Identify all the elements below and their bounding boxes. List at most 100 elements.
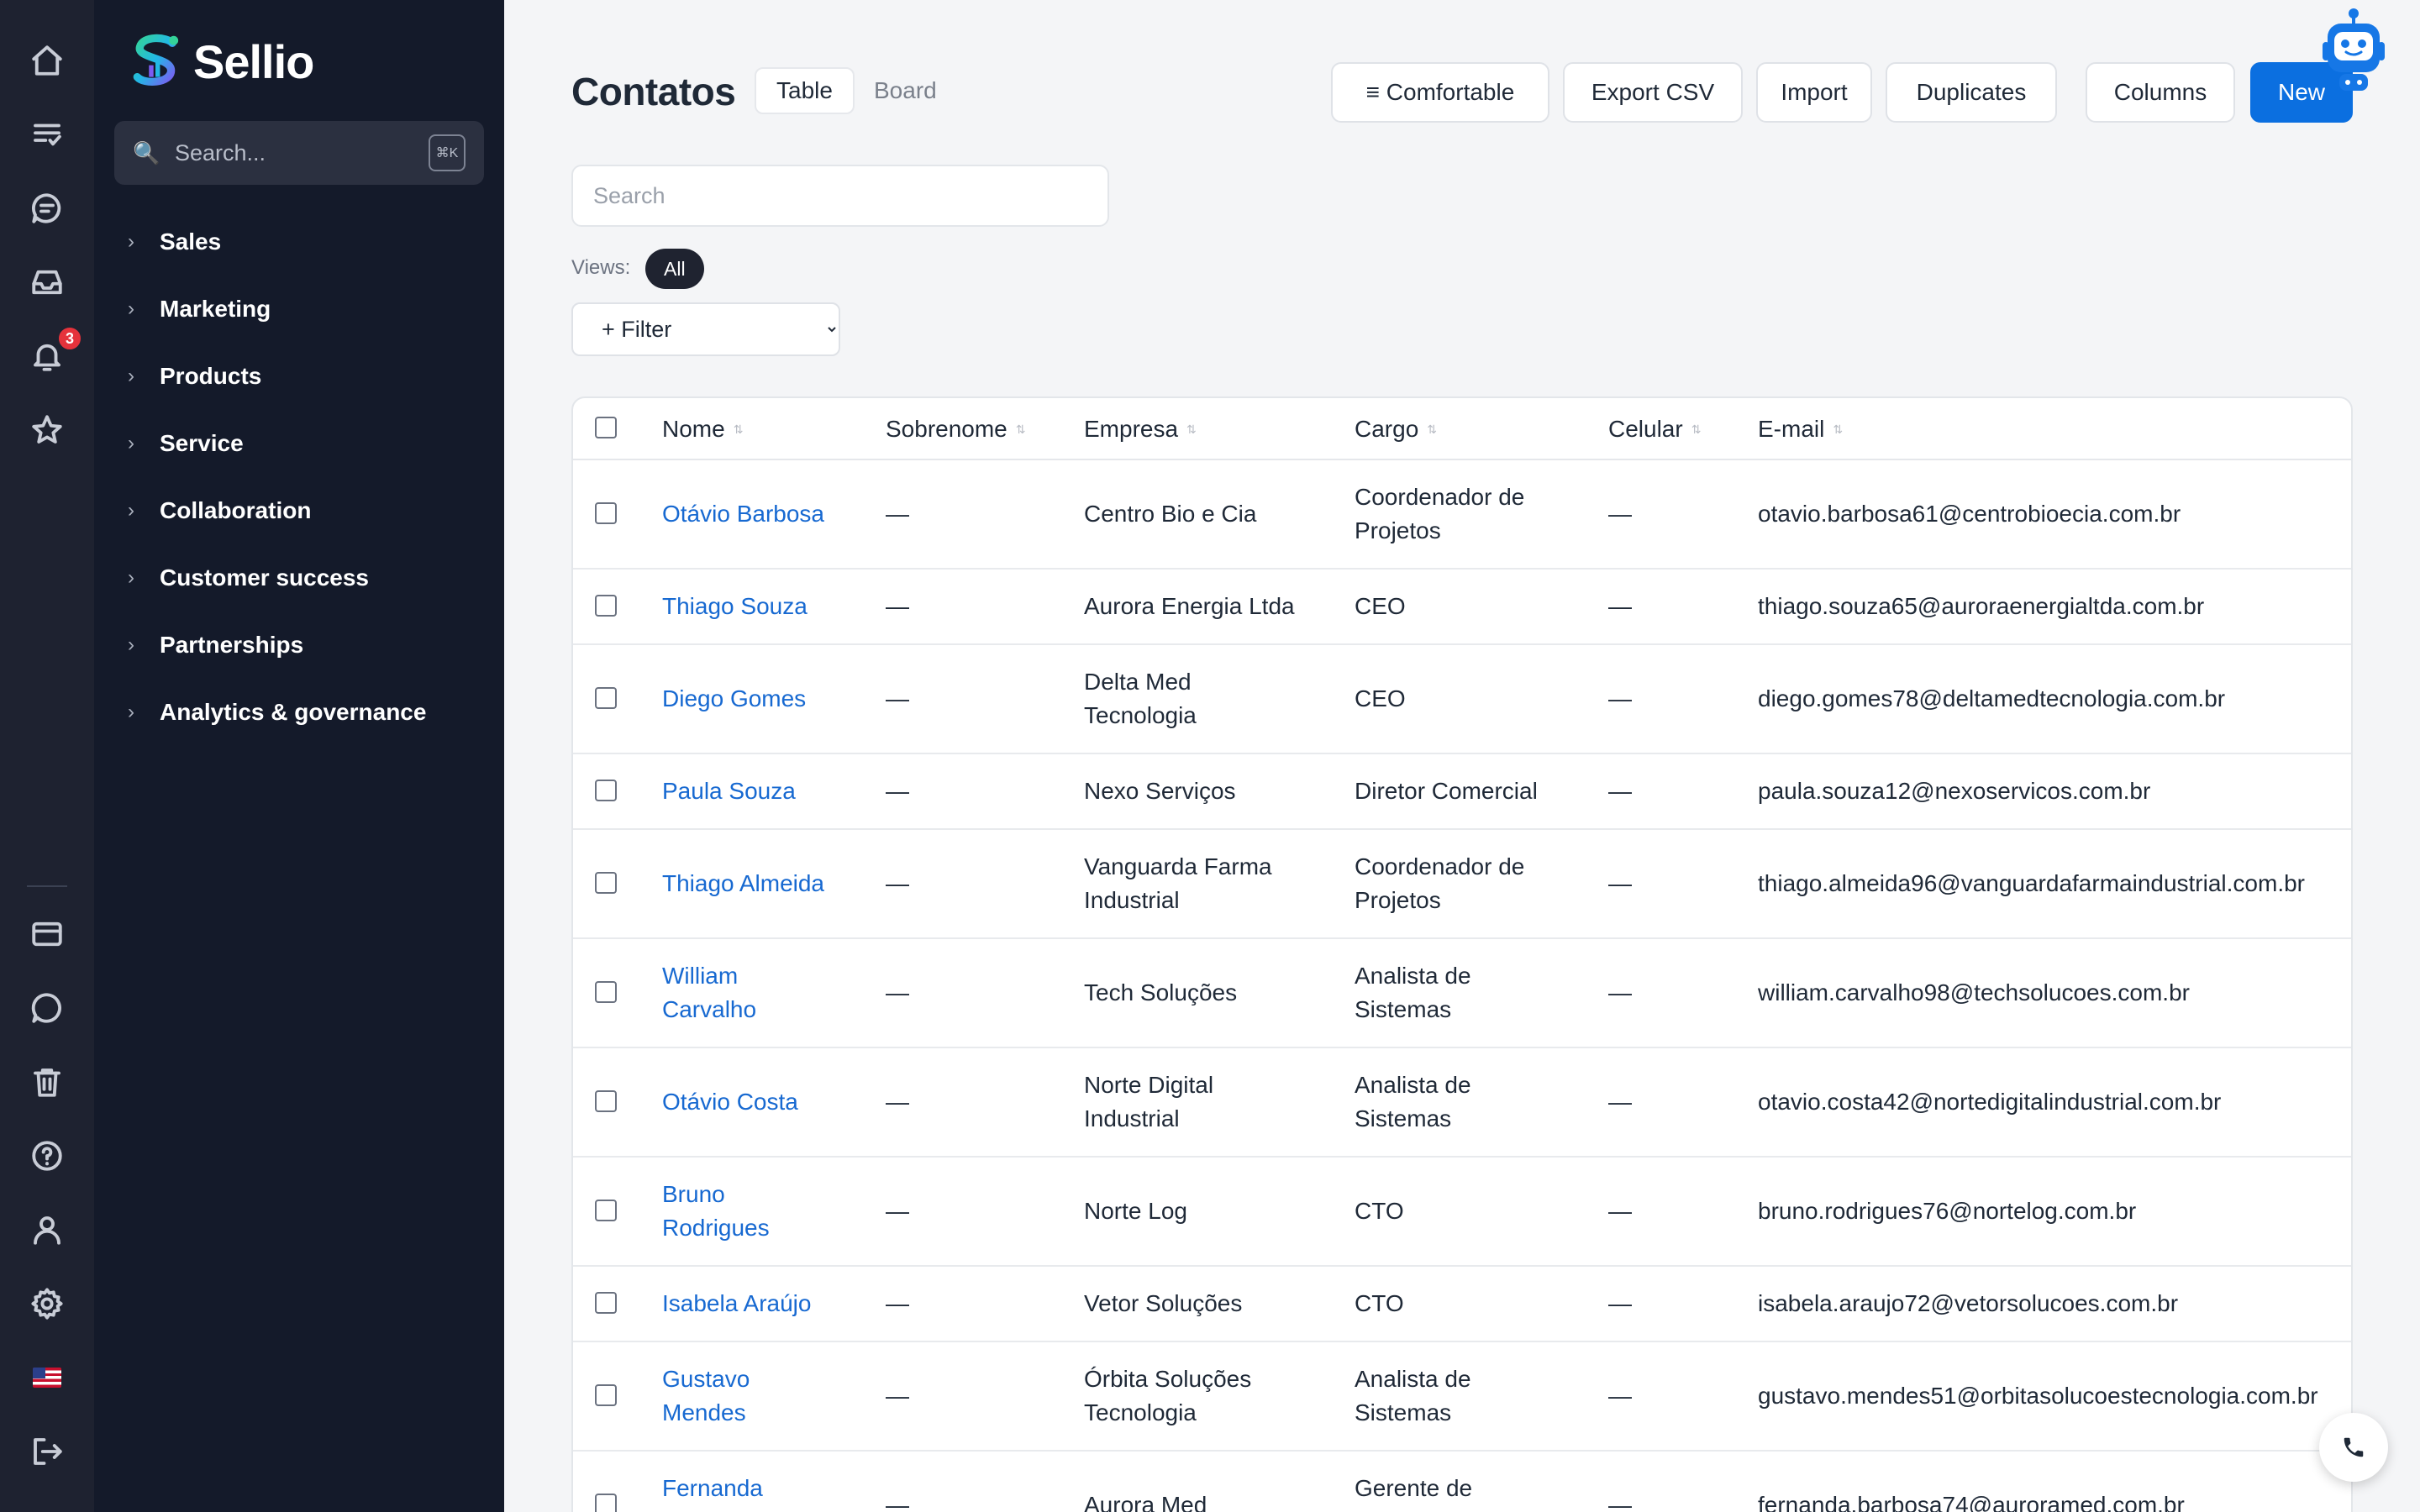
row-checkbox[interactable] xyxy=(595,687,617,709)
cell-celular: — xyxy=(1608,979,1632,1005)
contact-name-link[interactable]: Otávio Costa xyxy=(662,1048,864,1156)
row-checkbox[interactable] xyxy=(595,872,617,894)
table-row[interactable]: Thiago Almeida — Vanguarda Farma Industr… xyxy=(573,830,2351,939)
chevron-right-icon: › xyxy=(128,230,134,253)
bell-icon[interactable]: 3 xyxy=(22,326,82,381)
contact-name-link[interactable]: Otávio Barbosa xyxy=(662,460,864,568)
tasks-icon[interactable] xyxy=(22,109,72,160)
sidebar-item-label: Marketing xyxy=(160,296,271,322)
table-row[interactable]: Fernanda Barbosa — Aurora Med Gerente de… xyxy=(573,1452,2351,1512)
cell-sobrenome: — xyxy=(886,1290,909,1316)
cell-celular: — xyxy=(1608,1492,1632,1512)
table-row[interactable]: Gustavo Mendes — Órbita Soluções Tecnolo… xyxy=(573,1342,2351,1452)
main-content: Contatos Table Board ≡ Comfortable Expor… xyxy=(504,0,2420,1512)
row-checkbox[interactable] xyxy=(595,502,617,524)
assistant-robot-icon[interactable] xyxy=(2317,7,2390,99)
tab-table[interactable]: Table xyxy=(755,67,855,114)
contact-name-link[interactable]: Thiago Souza xyxy=(662,570,864,643)
table-row[interactable]: Diego Gomes — Delta Med Tecnologia CEO —… xyxy=(573,645,2351,754)
billing-icon[interactable] xyxy=(22,909,72,959)
row-checkbox[interactable] xyxy=(595,1292,617,1314)
cell-cargo: Analista de Sistemas xyxy=(1355,1366,1471,1425)
cell-cargo: Diretor Comercial xyxy=(1355,778,1538,804)
row-checkbox[interactable] xyxy=(595,595,617,617)
table-row[interactable]: Otávio Costa — Norte Digital Industrial … xyxy=(573,1048,2351,1158)
contact-name-link[interactable]: Gustavo Mendes xyxy=(662,1342,780,1450)
contact-name-link[interactable]: Thiago Almeida xyxy=(662,830,864,937)
home-icon[interactable] xyxy=(22,35,72,86)
table-row[interactable]: Paula Souza — Nexo Serviços Diretor Come… xyxy=(573,754,2351,830)
sellio-logo-icon xyxy=(133,34,179,86)
filter-select[interactable]: + Filter xyxy=(571,302,840,356)
contact-name-link[interactable]: Diego Gomes xyxy=(662,645,864,753)
inbox-icon[interactable] xyxy=(22,257,72,307)
sidebar-item-customer-success[interactable]: › Customer success xyxy=(128,544,481,612)
chevron-right-icon: › xyxy=(128,297,134,320)
sidebar-item-service[interactable]: › Service xyxy=(128,410,481,477)
export-csv-button[interactable]: Export CSV xyxy=(1563,62,1743,123)
sidebar-item-analytics-governance[interactable]: › Analytics & governance xyxy=(128,679,481,746)
duplicates-button[interactable]: Duplicates xyxy=(1886,62,2057,123)
sidebar-item-marketing[interactable]: › Marketing xyxy=(128,276,481,343)
sort-icon: ⇅ xyxy=(1833,422,1844,436)
sidebar-item-products[interactable]: › Products xyxy=(128,343,481,410)
select-all-checkbox[interactable] xyxy=(595,417,617,438)
cell-empresa: Delta Med Tecnologia xyxy=(1084,669,1197,728)
logout-icon[interactable] xyxy=(22,1426,72,1477)
sidebar-search[interactable]: 🔍 Search... ⌘K xyxy=(114,121,484,185)
brand-name: Sellio xyxy=(193,34,314,88)
density-button[interactable]: ≡ Comfortable xyxy=(1331,62,1549,123)
brand-logo[interactable]: Sellio xyxy=(129,32,314,91)
row-checkbox[interactable] xyxy=(595,780,617,801)
tab-board[interactable]: Board xyxy=(854,67,957,114)
language-flag-icon[interactable] xyxy=(22,1352,72,1403)
sidebar-item-label: Customer success xyxy=(160,564,370,591)
sidebar-item-partnerships[interactable]: › Partnerships xyxy=(128,612,481,679)
table-row[interactable]: Bruno Rodrigues — Norte Log CTO — bruno.… xyxy=(573,1158,2351,1267)
column-header-sobrenome[interactable]: Sobrenome ⇅ xyxy=(886,398,1026,460)
column-header-empresa[interactable]: Empresa ⇅ xyxy=(1084,398,1197,460)
sidebar-item-label: Analytics & governance xyxy=(160,699,427,725)
contact-name-link[interactable]: Isabela Araújo xyxy=(662,1267,864,1341)
contact-name-link[interactable]: Bruno Rodrigues xyxy=(662,1158,797,1265)
cell-celular: — xyxy=(1608,1290,1632,1316)
help-icon[interactable] xyxy=(22,1131,72,1181)
cell-celular: — xyxy=(1608,1089,1632,1115)
column-header-email[interactable]: E-mail ⇅ xyxy=(1758,398,1843,460)
sidebar-item-collaboration[interactable]: › Collaboration xyxy=(128,477,481,544)
table-row[interactable]: Otávio Barbosa — Centro Bio e Cia Coorde… xyxy=(573,460,2351,570)
cell-empresa: Norte Log xyxy=(1084,1198,1187,1224)
star-icon[interactable] xyxy=(22,405,72,455)
view-pill-all[interactable]: All xyxy=(645,249,704,289)
table-row[interactable]: Thiago Souza — Aurora Energia Ltda CEO —… xyxy=(573,570,2351,645)
contact-name-link[interactable]: Fernanda Barbosa xyxy=(662,1452,797,1512)
sidebar-item-sales[interactable]: › Sales xyxy=(128,208,481,276)
contact-name-link[interactable]: Paula Souza xyxy=(662,754,864,828)
trash-icon[interactable] xyxy=(22,1057,72,1107)
table-header: Nome ⇅ Sobrenome ⇅ Empresa ⇅ Cargo ⇅ Celular… xyxy=(573,398,2351,460)
row-checkbox[interactable] xyxy=(595,1090,617,1112)
row-checkbox[interactable] xyxy=(595,1494,617,1512)
chevron-right-icon: › xyxy=(128,701,134,723)
table-row[interactable]: Isabela Araújo — Vetor Soluções CTO — is… xyxy=(573,1267,2351,1342)
column-header-cargo[interactable]: Cargo ⇅ xyxy=(1355,398,1437,460)
import-button[interactable]: Import xyxy=(1756,62,1872,123)
column-label: Empresa xyxy=(1084,416,1179,442)
chevron-right-icon: › xyxy=(128,499,134,522)
table-row[interactable]: William Carvalho — Tech Soluções Analist… xyxy=(573,939,2351,1048)
row-checkbox[interactable] xyxy=(595,981,617,1003)
column-header-celular[interactable]: Celular ⇅ xyxy=(1608,398,1701,460)
chat-icon[interactable] xyxy=(22,183,72,234)
cell-sobrenome: — xyxy=(886,979,909,1005)
chevron-right-icon: › xyxy=(128,365,134,387)
user-icon[interactable] xyxy=(22,1205,72,1255)
column-header-nome[interactable]: Nome ⇅ xyxy=(662,398,743,460)
row-checkbox[interactable] xyxy=(595,1384,617,1406)
contact-name-link[interactable]: William Carvalho xyxy=(662,939,797,1047)
search-input[interactable] xyxy=(571,165,1109,227)
row-checkbox[interactable] xyxy=(595,1200,617,1221)
message-icon[interactable] xyxy=(22,983,72,1033)
call-button[interactable] xyxy=(2319,1413,2388,1482)
settings-gear-icon[interactable] xyxy=(22,1278,72,1329)
columns-button[interactable]: Columns xyxy=(2086,62,2235,123)
